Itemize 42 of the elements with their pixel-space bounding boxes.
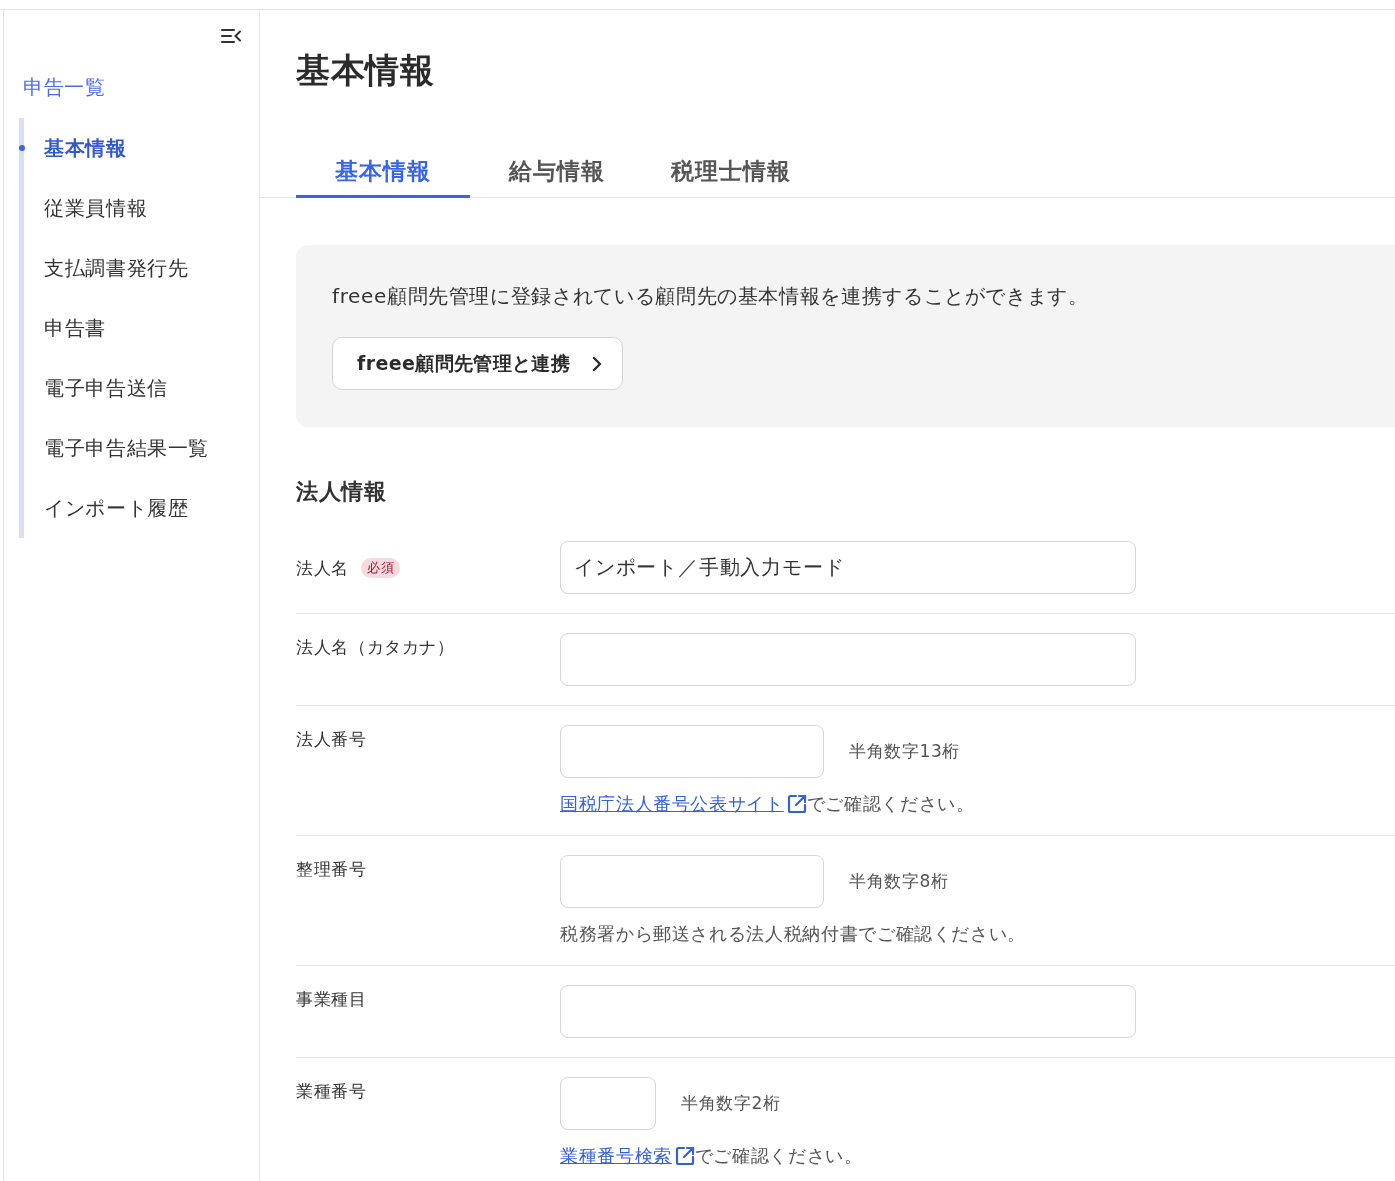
- chevron-right-icon: [592, 355, 603, 372]
- text-input[interactable]: [560, 633, 1136, 686]
- text-input[interactable]: インポート／手動入力モード: [560, 541, 1136, 594]
- external-link[interactable]: 国税庁法人番号公表サイト: [560, 792, 807, 816]
- text-input[interactable]: [560, 725, 824, 778]
- sidebar-item[interactable]: 電子申告送信: [19, 358, 259, 418]
- tab[interactable]: 基本情報: [296, 145, 470, 198]
- collapse-sidebar-button[interactable]: [221, 28, 241, 44]
- input-hint: 半角数字8桁: [849, 870, 949, 893]
- field-label: 法人名（カタカナ）: [296, 636, 455, 659]
- connect-button[interactable]: freee顧問先管理と連携: [332, 337, 624, 390]
- required-badge: 必須: [360, 557, 401, 578]
- text-input[interactable]: [560, 855, 824, 908]
- sidebar-item[interactable]: 支払調書発行先: [19, 238, 259, 298]
- section-title: 法人情報: [296, 478, 387, 506]
- text-input[interactable]: [560, 985, 1136, 1038]
- sidebar-item[interactable]: 電子申告結果一覧: [19, 418, 259, 478]
- info-text: freee顧問先管理に登録されている顧問先の基本情報を連携することができます。: [332, 283, 1089, 310]
- field-label: 事業種目: [296, 988, 367, 1011]
- sidebar-item[interactable]: 基本情報: [19, 118, 259, 178]
- sidebar-item[interactable]: 従業員情報: [19, 178, 259, 238]
- external-link-icon: [674, 1146, 695, 1166]
- external-link[interactable]: 業種番号検索: [560, 1144, 695, 1168]
- help-note: 国税庁法人番号公表サイト でご確認ください。: [560, 792, 975, 816]
- field-label: 業種番号: [296, 1080, 367, 1103]
- active-dot-icon: [19, 145, 25, 151]
- help-note: 業種番号検索 でご確認ください。: [560, 1144, 863, 1168]
- sidebar-item[interactable]: 申告書: [19, 298, 259, 358]
- text-input[interactable]: [560, 1077, 656, 1130]
- input-hint: 半角数字2桁: [681, 1092, 781, 1115]
- page-title: 基本情報: [296, 49, 435, 92]
- field-label: 法人番号: [296, 728, 367, 751]
- sidebar-collapse-icon: [221, 28, 241, 44]
- tab[interactable]: 税理士情報: [644, 145, 818, 198]
- field-label: 整理番号: [296, 858, 367, 881]
- field-label: 法人名: [296, 556, 349, 580]
- external-link-icon: [786, 794, 807, 814]
- back-link[interactable]: 申告一覧: [23, 73, 106, 101]
- tab[interactable]: 給与情報: [470, 145, 644, 198]
- input-hint: 半角数字13桁: [849, 740, 961, 763]
- sidebar-item[interactable]: インポート履歴: [19, 478, 259, 538]
- help-note: 税務署から郵送される法人税納付書でご確認ください。: [560, 923, 1026, 946]
